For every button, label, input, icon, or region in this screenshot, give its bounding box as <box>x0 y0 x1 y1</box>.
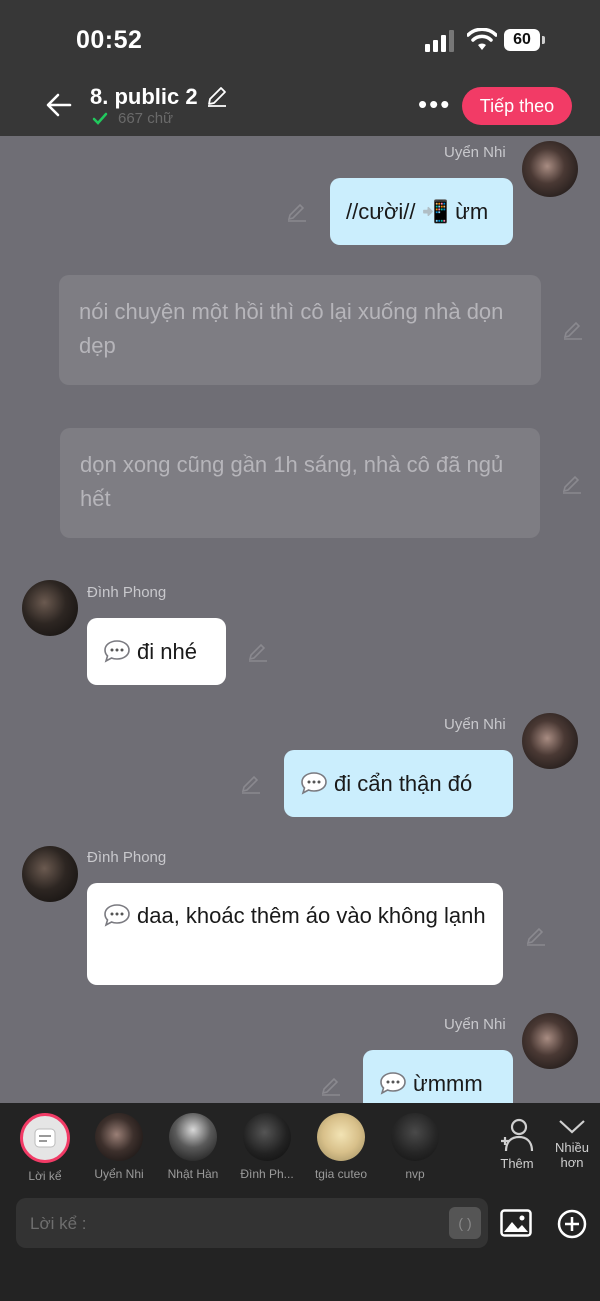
speaker-name: Uyển Nhi <box>444 716 506 733</box>
composer-input-box: ( ) <box>16 1198 488 1250</box>
add-character-label: Thêm <box>500 1156 534 1171</box>
narrator-avatar <box>20 1113 70 1163</box>
page-title: 8. public 2 <box>90 84 198 109</box>
word-count: 667 chữ <box>118 110 174 127</box>
message-text: đi cẩn thận đó <box>334 771 473 796</box>
avatar <box>391 1113 439 1161</box>
status-bar: 00:52 60 <box>0 0 600 80</box>
avatar[interactable] <box>522 1013 578 1069</box>
message-text: ừmmm <box>413 1071 483 1096</box>
message-bubble[interactable]: đi nhé <box>87 618 226 685</box>
avatar <box>169 1113 217 1161</box>
bracket-button[interactable]: ( ) <box>449 1207 481 1239</box>
next-button[interactable]: Tiếp theo <box>462 87 572 125</box>
message-text: //cười// 📲 ừm <box>346 199 489 224</box>
character-uyen-nhi[interactable]: Uyển Nhi <box>83 1113 155 1181</box>
speech-bubble-icon <box>104 904 130 927</box>
character-label: tgia cuteo <box>314 1167 368 1181</box>
speaker-name: Đình Phong <box>87 849 167 866</box>
message-bubble[interactable]: //cười// 📲 ừm <box>330 178 513 245</box>
character-label: Đình Ph... <box>240 1167 294 1181</box>
saved-check-icon <box>92 112 108 125</box>
character-label: Uyển Nhi <box>94 1167 144 1181</box>
edit-pencil-icon[interactable] <box>247 640 269 662</box>
more-options-button[interactable]: ••• <box>418 91 451 117</box>
cellular-signal-icon <box>425 30 454 52</box>
speaker-name: Đình Phong <box>87 584 167 601</box>
character-label: nvp <box>405 1167 425 1181</box>
composer-panel: Lời kể Uyển Nhi Nhật Hàn Đình Ph... tgia… <box>0 1103 600 1301</box>
narration-input[interactable] <box>28 1198 432 1250</box>
edit-pencil-icon[interactable] <box>286 200 308 222</box>
speech-bubble-icon <box>104 640 130 663</box>
character-narrator[interactable]: Lời kể <box>9 1113 81 1183</box>
speaker-name: Uyển Nhi <box>444 1016 506 1033</box>
avatar[interactable] <box>22 580 78 636</box>
edit-pencil-icon[interactable] <box>320 1074 342 1096</box>
add-character-button[interactable]: Thêm <box>494 1117 540 1171</box>
character-label: Nhật Hàn <box>167 1167 219 1181</box>
avatar <box>243 1113 291 1161</box>
more-characters-button[interactable]: Nhiều hơn <box>550 1117 594 1170</box>
character-dinh-phong[interactable]: Đình Ph... <box>231 1113 303 1181</box>
more-characters-label-line2: hơn <box>560 1155 584 1170</box>
narration-icon <box>34 1128 56 1148</box>
image-icon[interactable] <box>500 1209 532 1237</box>
status-time: 00:52 <box>76 26 143 54</box>
character-tgia-cuteo[interactable]: tgia cuteo <box>305 1113 377 1181</box>
story-header: 8. public 2 667 chữ ••• Tiếp theo <box>0 80 600 136</box>
avatar <box>95 1113 143 1161</box>
character-label: Lời kể <box>28 1169 62 1183</box>
chevron-down-icon <box>559 1120 585 1134</box>
back-arrow-icon[interactable] <box>44 90 74 120</box>
edit-pencil-icon[interactable] <box>240 772 262 794</box>
speech-bubble-icon <box>380 1072 406 1095</box>
add-plus-icon[interactable] <box>557 1209 587 1239</box>
narration-text: dọn xong cũng gần 1h sáng, nhà cô đã ngủ… <box>80 452 504 511</box>
avatar[interactable] <box>522 141 578 197</box>
message-bubble[interactable]: daa, khoác thêm áo vào không lạnh <box>87 883 503 985</box>
speaker-name: Uyển Nhi <box>444 144 506 161</box>
narration-bubble[interactable]: nói chuyện một hồi thì cô lại xuống nhà … <box>59 275 541 385</box>
edit-title-pencil-icon[interactable] <box>205 84 229 108</box>
avatar[interactable] <box>522 713 578 769</box>
avatar <box>317 1113 365 1161</box>
more-characters-label-line1: Nhiều <box>555 1140 589 1155</box>
edit-pencil-icon[interactable] <box>525 924 547 946</box>
battery-indicator: 60 <box>504 29 545 51</box>
message-text: daa, khoác thêm áo vào không lạnh <box>137 903 486 928</box>
narration-bubble[interactable]: dọn xong cũng gần 1h sáng, nhà cô đã ngủ… <box>60 428 540 538</box>
message-bubble[interactable]: đi cẩn thận đó <box>284 750 513 817</box>
edit-pencil-icon[interactable] <box>561 472 583 494</box>
narration-text: nói chuyện một hồi thì cô lại xuống nhà … <box>79 299 504 358</box>
speech-bubble-icon <box>301 772 327 795</box>
avatar[interactable] <box>22 846 78 902</box>
character-nhat-han[interactable]: Nhật Hàn <box>157 1113 229 1181</box>
message-text: đi nhé <box>137 639 197 664</box>
add-person-icon <box>501 1118 534 1152</box>
character-nvp[interactable]: nvp <box>379 1113 451 1181</box>
wifi-icon <box>467 28 497 50</box>
edit-pencil-icon[interactable] <box>562 318 584 340</box>
